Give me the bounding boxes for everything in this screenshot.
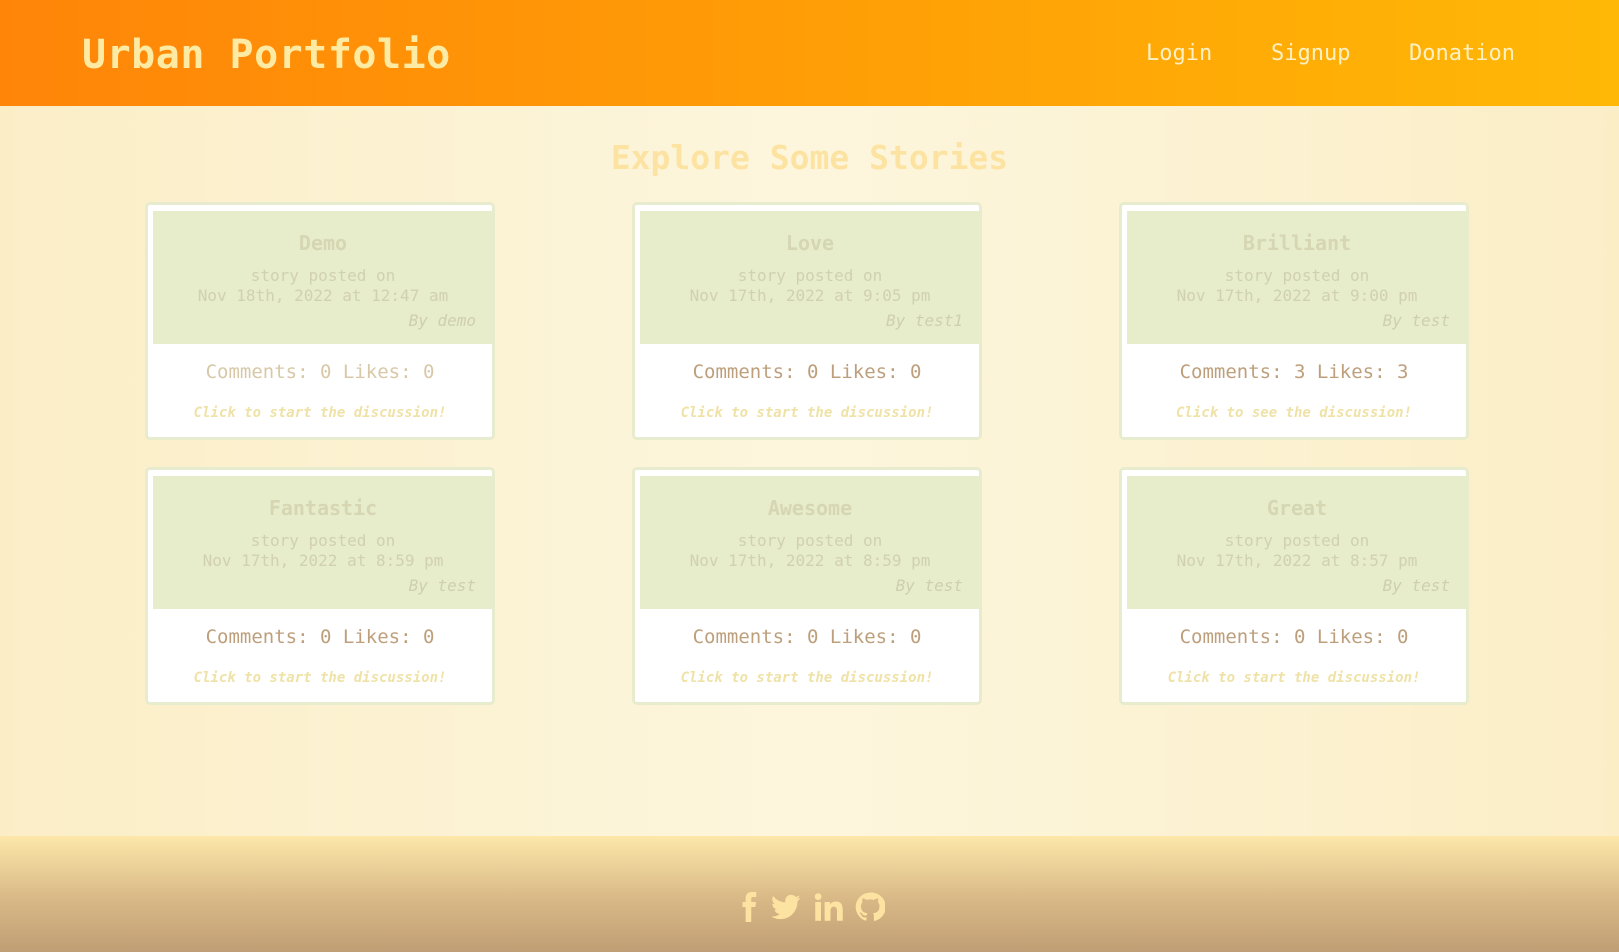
story-discussion-link[interactable]: Click to start the discussion!	[1122, 669, 1466, 687]
story-title: Brilliant	[1242, 231, 1352, 255]
story-date: Nov 17th, 2022 at 8:59 pm	[689, 551, 931, 570]
story-author: By test	[895, 576, 963, 595]
story-posted-label: story posted on	[250, 266, 396, 285]
story-posted-label: story posted on	[737, 531, 883, 550]
nav-signup-link[interactable]: Signup	[1271, 40, 1350, 68]
story-stats: Comments: 3 Likes: 3	[1179, 361, 1409, 383]
story-posted-label: story posted on	[1224, 531, 1370, 550]
story-date: Nov 18th, 2022 at 12:47 am	[197, 286, 449, 305]
story-card-header: Love story posted on Nov 17th, 2022 at 9…	[640, 211, 980, 344]
nav-login-link[interactable]: Login	[1146, 40, 1212, 68]
story-card-great[interactable]: Great story posted on Nov 17th, 2022 at …	[1119, 467, 1469, 705]
story-stats: Comments: 0 Likes: 0	[1179, 626, 1409, 648]
story-author: By test1	[885, 311, 963, 330]
story-title: Fantastic	[268, 496, 378, 520]
story-date: Nov 17th, 2022 at 9:00 pm	[1176, 286, 1418, 305]
twitter-icon[interactable]	[771, 892, 801, 922]
story-author: By test	[1382, 576, 1450, 595]
story-stats: Comments: 0 Likes: 0	[205, 626, 435, 648]
story-card-header: Awesome story posted on Nov 17th, 2022 a…	[640, 476, 980, 609]
story-title: Awesome	[767, 496, 853, 520]
story-card-header: Fantastic story posted on Nov 17th, 2022…	[153, 476, 493, 609]
story-stats: Comments: 0 Likes: 0	[205, 361, 435, 383]
story-discussion-link[interactable]: Click to start the discussion!	[635, 669, 979, 687]
story-posted-label: story posted on	[250, 531, 396, 550]
story-date: Nov 17th, 2022 at 8:59 pm	[202, 551, 444, 570]
story-discussion-link[interactable]: Click to start the discussion!	[148, 669, 492, 687]
brand-logo[interactable]: Urban Portfolio	[82, 31, 451, 79]
story-card-love[interactable]: Love story posted on Nov 17th, 2022 at 9…	[632, 202, 982, 440]
story-author: By demo	[408, 311, 476, 330]
story-stats: Comments: 0 Likes: 0	[692, 626, 922, 648]
facebook-icon[interactable]	[735, 892, 765, 922]
story-card-awesome[interactable]: Awesome story posted on Nov 17th, 2022 a…	[632, 467, 982, 705]
story-author: By test	[408, 576, 476, 595]
story-discussion-link[interactable]: Click to start the discussion!	[635, 404, 979, 422]
story-title: Great	[1266, 496, 1328, 520]
story-stats: Comments: 0 Likes: 0	[692, 361, 922, 383]
story-author: By test	[1382, 311, 1450, 330]
story-card-header: Demo story posted on Nov 18th, 2022 at 1…	[153, 211, 493, 344]
story-discussion-link[interactable]: Click to start the discussion!	[148, 404, 492, 422]
story-posted-label: story posted on	[1224, 266, 1370, 285]
story-title: Demo	[298, 231, 348, 255]
story-card-demo[interactable]: Demo story posted on Nov 18th, 2022 at 1…	[145, 202, 495, 440]
story-date: Nov 17th, 2022 at 8:57 pm	[1176, 551, 1418, 570]
story-date: Nov 17th, 2022 at 9:05 pm	[689, 286, 931, 305]
page-title: Explore Some Stories	[610, 138, 1009, 177]
story-card-brilliant[interactable]: Brilliant story posted on Nov 17th, 2022…	[1119, 202, 1469, 440]
story-card-fantastic[interactable]: Fantastic story posted on Nov 17th, 2022…	[145, 467, 495, 705]
github-icon[interactable]	[855, 892, 885, 922]
linkedin-icon[interactable]	[814, 892, 844, 922]
story-title: Love	[785, 231, 835, 255]
nav-donation-link[interactable]: Donation	[1409, 40, 1515, 68]
story-discussion-link[interactable]: Click to see the discussion!	[1122, 404, 1466, 422]
story-posted-label: story posted on	[737, 266, 883, 285]
site-header: Urban Portfolio Login Signup Donation	[0, 0, 1619, 106]
story-card-header: Great story posted on Nov 17th, 2022 at …	[1127, 476, 1467, 609]
story-card-header: Brilliant story posted on Nov 17th, 2022…	[1127, 211, 1467, 344]
site-footer	[0, 836, 1619, 952]
